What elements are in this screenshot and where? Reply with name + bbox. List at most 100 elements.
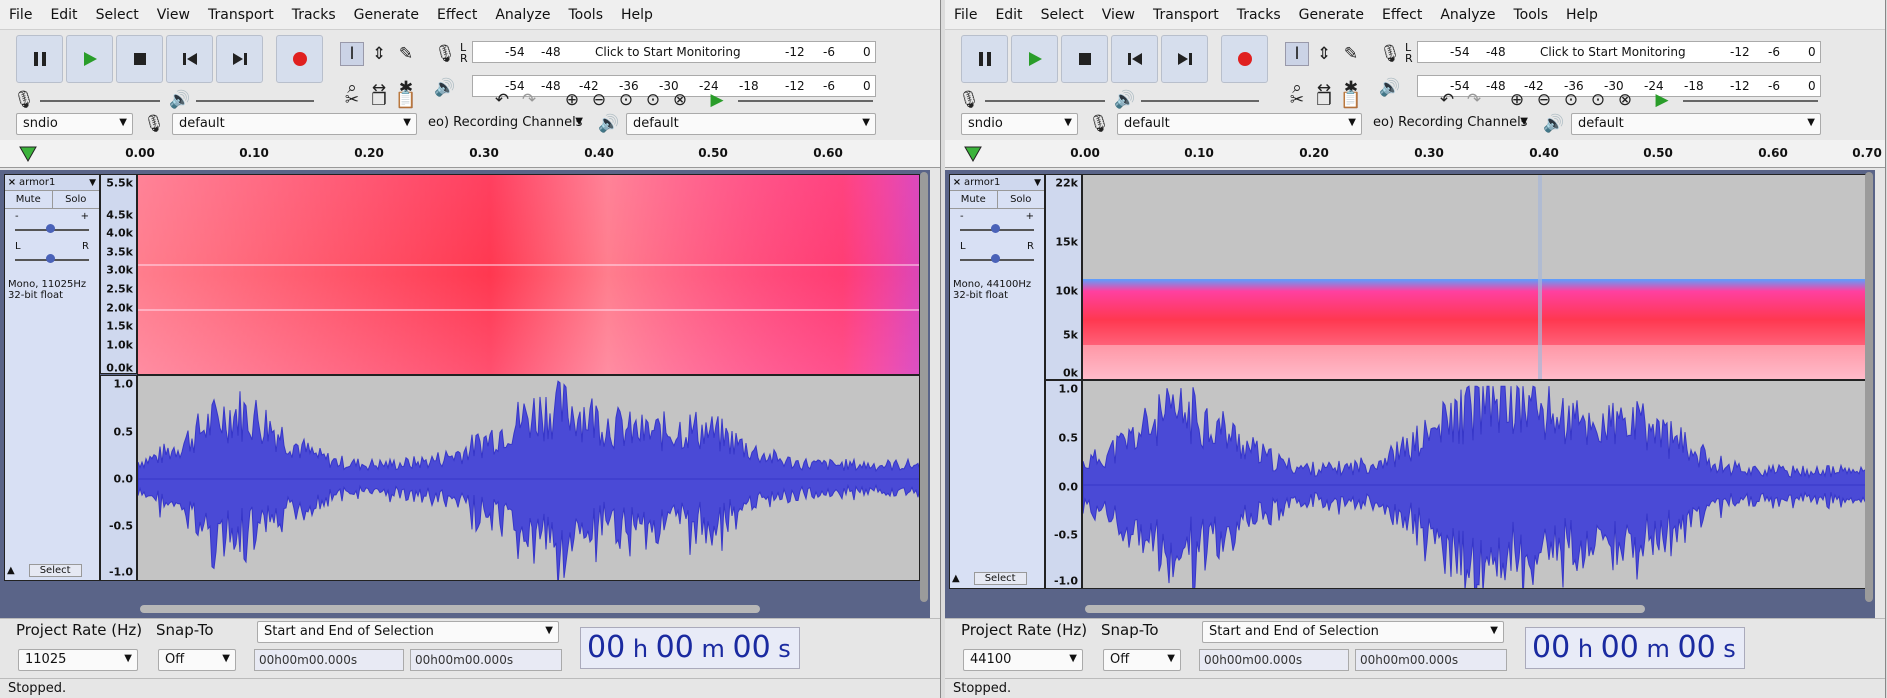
record-meter[interactable]: -54 -48 Click to Start Monitoring -12 -6 0 xyxy=(1417,41,1821,63)
copy-icon[interactable]: ❐ xyxy=(1312,88,1336,112)
select-track-button[interactable]: Select xyxy=(973,571,1027,585)
pan-slider[interactable]: LR xyxy=(950,239,1044,269)
vertical-scrollbar[interactable] xyxy=(920,172,928,602)
undo-icon[interactable]: ↶ xyxy=(1435,88,1459,112)
skip-start-button[interactable] xyxy=(1111,35,1158,83)
fit-project-icon[interactable]: ⊙ xyxy=(641,88,665,112)
menu-view[interactable]: View xyxy=(1093,7,1144,23)
recording-device-select[interactable]: default xyxy=(172,113,417,135)
record-button[interactable] xyxy=(1221,35,1268,83)
paste-icon[interactable]: 📋 xyxy=(1339,88,1363,112)
draw-tool-icon[interactable]: ✎ xyxy=(394,42,418,66)
menu-tracks[interactable]: Tracks xyxy=(1228,7,1290,23)
recording-device-select[interactable]: default xyxy=(1117,113,1362,135)
selection-start-time[interactable]: 00h00m00.000s xyxy=(1199,649,1349,671)
cut-icon[interactable]: ✂ xyxy=(340,88,364,112)
select-track-button[interactable]: Select xyxy=(28,563,82,577)
spectrogram-view[interactable] xyxy=(1082,174,1868,380)
menu-select[interactable]: Select xyxy=(1032,7,1093,23)
recording-channels-select[interactable]: eo) Recording Channels xyxy=(422,113,588,135)
solo-button[interactable]: Solo xyxy=(998,191,1045,208)
gain-slider[interactable]: - + xyxy=(950,209,1044,239)
pan-slider[interactable]: LR xyxy=(5,239,99,269)
menu-select[interactable]: Select xyxy=(87,7,148,23)
mute-button[interactable]: Mute xyxy=(950,191,998,208)
playback-volume-slider[interactable] xyxy=(1141,100,1259,102)
track-menu-chevron-icon[interactable]: ▼ xyxy=(89,178,99,188)
menu-analyze[interactable]: Analyze xyxy=(1431,7,1504,23)
record-button[interactable] xyxy=(276,35,323,83)
stop-button[interactable] xyxy=(116,35,163,83)
play-button[interactable] xyxy=(66,35,113,83)
redo-icon[interactable]: ↷ xyxy=(1462,88,1486,112)
timeline-ruler[interactable]: 0.00 0.10 0.20 0.30 0.40 0.50 0.60 xyxy=(0,140,940,168)
menu-view[interactable]: View xyxy=(148,7,199,23)
redo-icon[interactable]: ↷ xyxy=(517,88,541,112)
timeline-ruler[interactable]: 0.00 0.10 0.20 0.30 0.40 0.50 0.60 0.70 xyxy=(945,140,1885,168)
play-speed-slider[interactable] xyxy=(1683,100,1818,102)
snap-to-select[interactable]: Off xyxy=(158,649,236,671)
menu-file[interactable]: File xyxy=(945,7,986,23)
draw-tool-icon[interactable]: ✎ xyxy=(1339,42,1363,66)
close-track-icon[interactable]: × xyxy=(5,177,19,188)
selection-start-time[interactable]: 00h00m00.000s xyxy=(254,649,404,671)
pause-button[interactable] xyxy=(16,35,63,83)
play-at-speed-icon[interactable]: ▶ xyxy=(705,88,729,112)
cut-icon[interactable]: ✂ xyxy=(1285,88,1309,112)
mute-button[interactable]: Mute xyxy=(5,191,53,208)
selection-end-time[interactable]: 00h00m00.000s xyxy=(1355,649,1507,671)
menu-analyze[interactable]: Analyze xyxy=(486,7,559,23)
menu-transport[interactable]: Transport xyxy=(199,7,283,23)
snap-to-select[interactable]: Off xyxy=(1103,649,1181,671)
track-control-panel[interactable]: × armor1 ▼ Mute Solo - + LR Mono, 44100Hz… xyxy=(949,174,1045,589)
fit-project-icon[interactable]: ⊙ xyxy=(1586,88,1610,112)
menu-edit[interactable]: Edit xyxy=(986,7,1031,23)
copy-icon[interactable]: ❐ xyxy=(367,88,391,112)
track-name[interactable]: armor1 xyxy=(19,177,89,188)
zoom-toggle-icon[interactable]: ⊗ xyxy=(1613,88,1637,112)
pause-button[interactable] xyxy=(961,35,1008,83)
menu-generate[interactable]: Generate xyxy=(1290,7,1373,23)
menu-help[interactable]: Help xyxy=(1557,7,1607,23)
selection-tool-icon[interactable]: I xyxy=(1285,42,1309,66)
selection-mode-select[interactable]: Start and End of Selection xyxy=(1202,621,1504,643)
skip-end-button[interactable] xyxy=(216,35,263,83)
track-name[interactable]: armor1 xyxy=(964,177,1034,188)
vertical-scrollbar[interactable] xyxy=(1865,172,1873,602)
audio-position-display[interactable]: 00 h 00 m 00 s xyxy=(580,627,800,669)
zoom-in-icon[interactable]: ⊕ xyxy=(1505,88,1529,112)
zoom-out-icon[interactable]: ⊖ xyxy=(587,88,611,112)
project-rate-select[interactable]: 11025 xyxy=(18,649,138,671)
menu-generate[interactable]: Generate xyxy=(345,7,428,23)
play-button[interactable] xyxy=(1011,35,1058,83)
stop-button[interactable] xyxy=(1061,35,1108,83)
menu-file[interactable]: File xyxy=(0,7,41,23)
menu-tools[interactable]: Tools xyxy=(1505,7,1558,23)
horizontal-scrollbar[interactable] xyxy=(1085,605,1645,613)
collapse-track-icon[interactable]: ▲ xyxy=(7,565,15,576)
playback-volume-slider[interactable] xyxy=(196,100,314,102)
project-rate-select[interactable]: 44100 xyxy=(963,649,1083,671)
play-speed-slider[interactable] xyxy=(738,100,873,102)
skip-start-button[interactable] xyxy=(166,35,213,83)
envelope-tool-icon[interactable]: ⇕ xyxy=(1312,42,1336,66)
record-meter[interactable]: -54 -48 Click to Start Monitoring -12 -6 0 xyxy=(472,41,876,63)
menu-effect[interactable]: Effect xyxy=(428,7,486,23)
waveform-view[interactable] xyxy=(1082,380,1868,589)
recording-volume-slider[interactable] xyxy=(985,100,1105,102)
fit-selection-icon[interactable]: ⊙ xyxy=(1559,88,1583,112)
skip-end-button[interactable] xyxy=(1161,35,1208,83)
playback-device-select[interactable]: default xyxy=(1571,113,1821,135)
spectrogram-view[interactable] xyxy=(137,174,920,375)
menu-edit[interactable]: Edit xyxy=(41,7,86,23)
track-control-panel[interactable]: × armor1 ▼ Mute Solo - + LR Mono, 11025Hz… xyxy=(4,174,100,581)
undo-icon[interactable]: ↶ xyxy=(490,88,514,112)
recording-channels-select[interactable]: eo) Recording Channels xyxy=(1367,113,1533,135)
horizontal-scrollbar[interactable] xyxy=(140,605,760,613)
recording-volume-slider[interactable] xyxy=(40,100,160,102)
menu-tracks[interactable]: Tracks xyxy=(283,7,345,23)
menu-tools[interactable]: Tools xyxy=(560,7,613,23)
envelope-tool-icon[interactable]: ⇕ xyxy=(367,42,391,66)
selection-tool-icon[interactable]: I xyxy=(340,42,364,66)
zoom-out-icon[interactable]: ⊖ xyxy=(1532,88,1556,112)
